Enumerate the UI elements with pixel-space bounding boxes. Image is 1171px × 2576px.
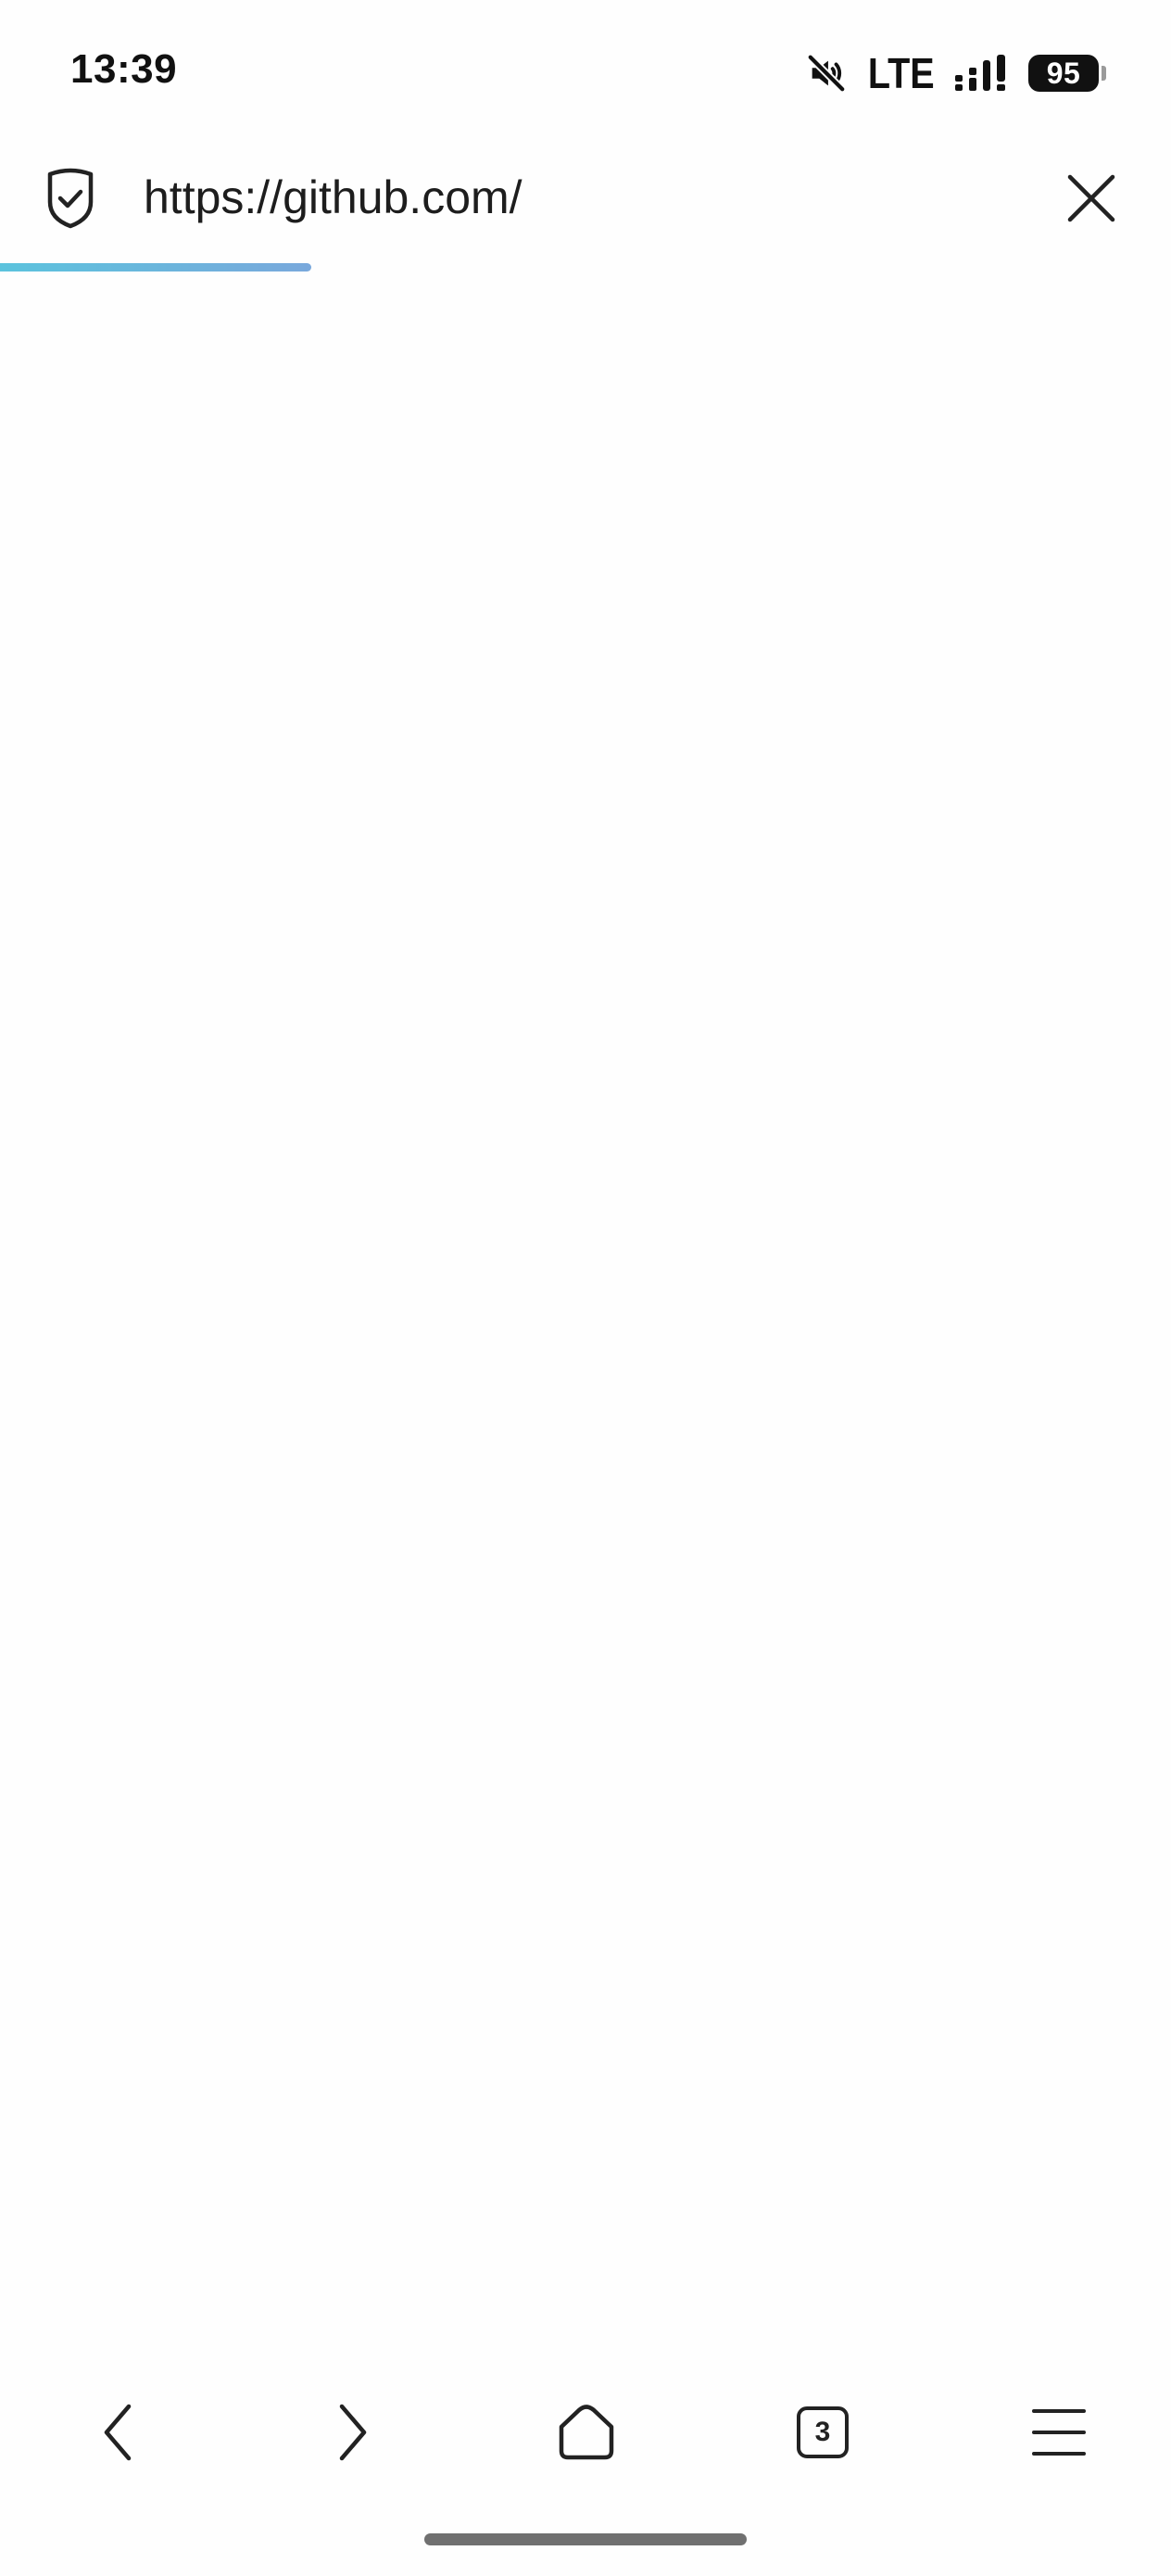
chevron-right-icon: [334, 2403, 371, 2462]
tabs-button[interactable]: 3: [772, 2381, 874, 2483]
address-bar[interactable]: https://github.com/: [0, 148, 1171, 263]
tab-count-badge: 3: [797, 2406, 849, 2458]
battery-level: 95: [1028, 55, 1099, 92]
close-button[interactable]: [1049, 158, 1134, 243]
status-time: 13:39: [70, 46, 178, 92]
forward-button[interactable]: [302, 2381, 404, 2483]
battery-indicator: 95: [1028, 55, 1106, 92]
hamburger-menu-icon: [1031, 2407, 1087, 2457]
chevron-left-icon: [99, 2403, 136, 2462]
page-load-progress-bar: [0, 263, 1171, 271]
url-field[interactable]: https://github.com/: [144, 165, 523, 230]
web-content-area[interactable]: [0, 271, 1171, 2338]
signal-strength-icon: [954, 55, 1008, 92]
gesture-navigation-bar[interactable]: [424, 2533, 747, 2545]
status-bar: 13:39 LTE 95: [0, 0, 1171, 148]
battery-tip: [1102, 66, 1106, 81]
menu-button[interactable]: [1008, 2381, 1110, 2483]
back-button[interactable]: [67, 2381, 169, 2483]
shield-check-icon[interactable]: [43, 167, 98, 230]
status-icons: LTE 95: [805, 48, 1106, 98]
home-icon: [558, 2405, 615, 2460]
page-load-progress-fill: [0, 263, 312, 271]
network-type-label: LTE: [867, 49, 935, 97]
close-icon: [1066, 173, 1116, 228]
home-button[interactable]: [535, 2381, 637, 2483]
mute-icon: [805, 52, 848, 95]
bottom-toolbar: 3: [0, 2372, 1171, 2493]
